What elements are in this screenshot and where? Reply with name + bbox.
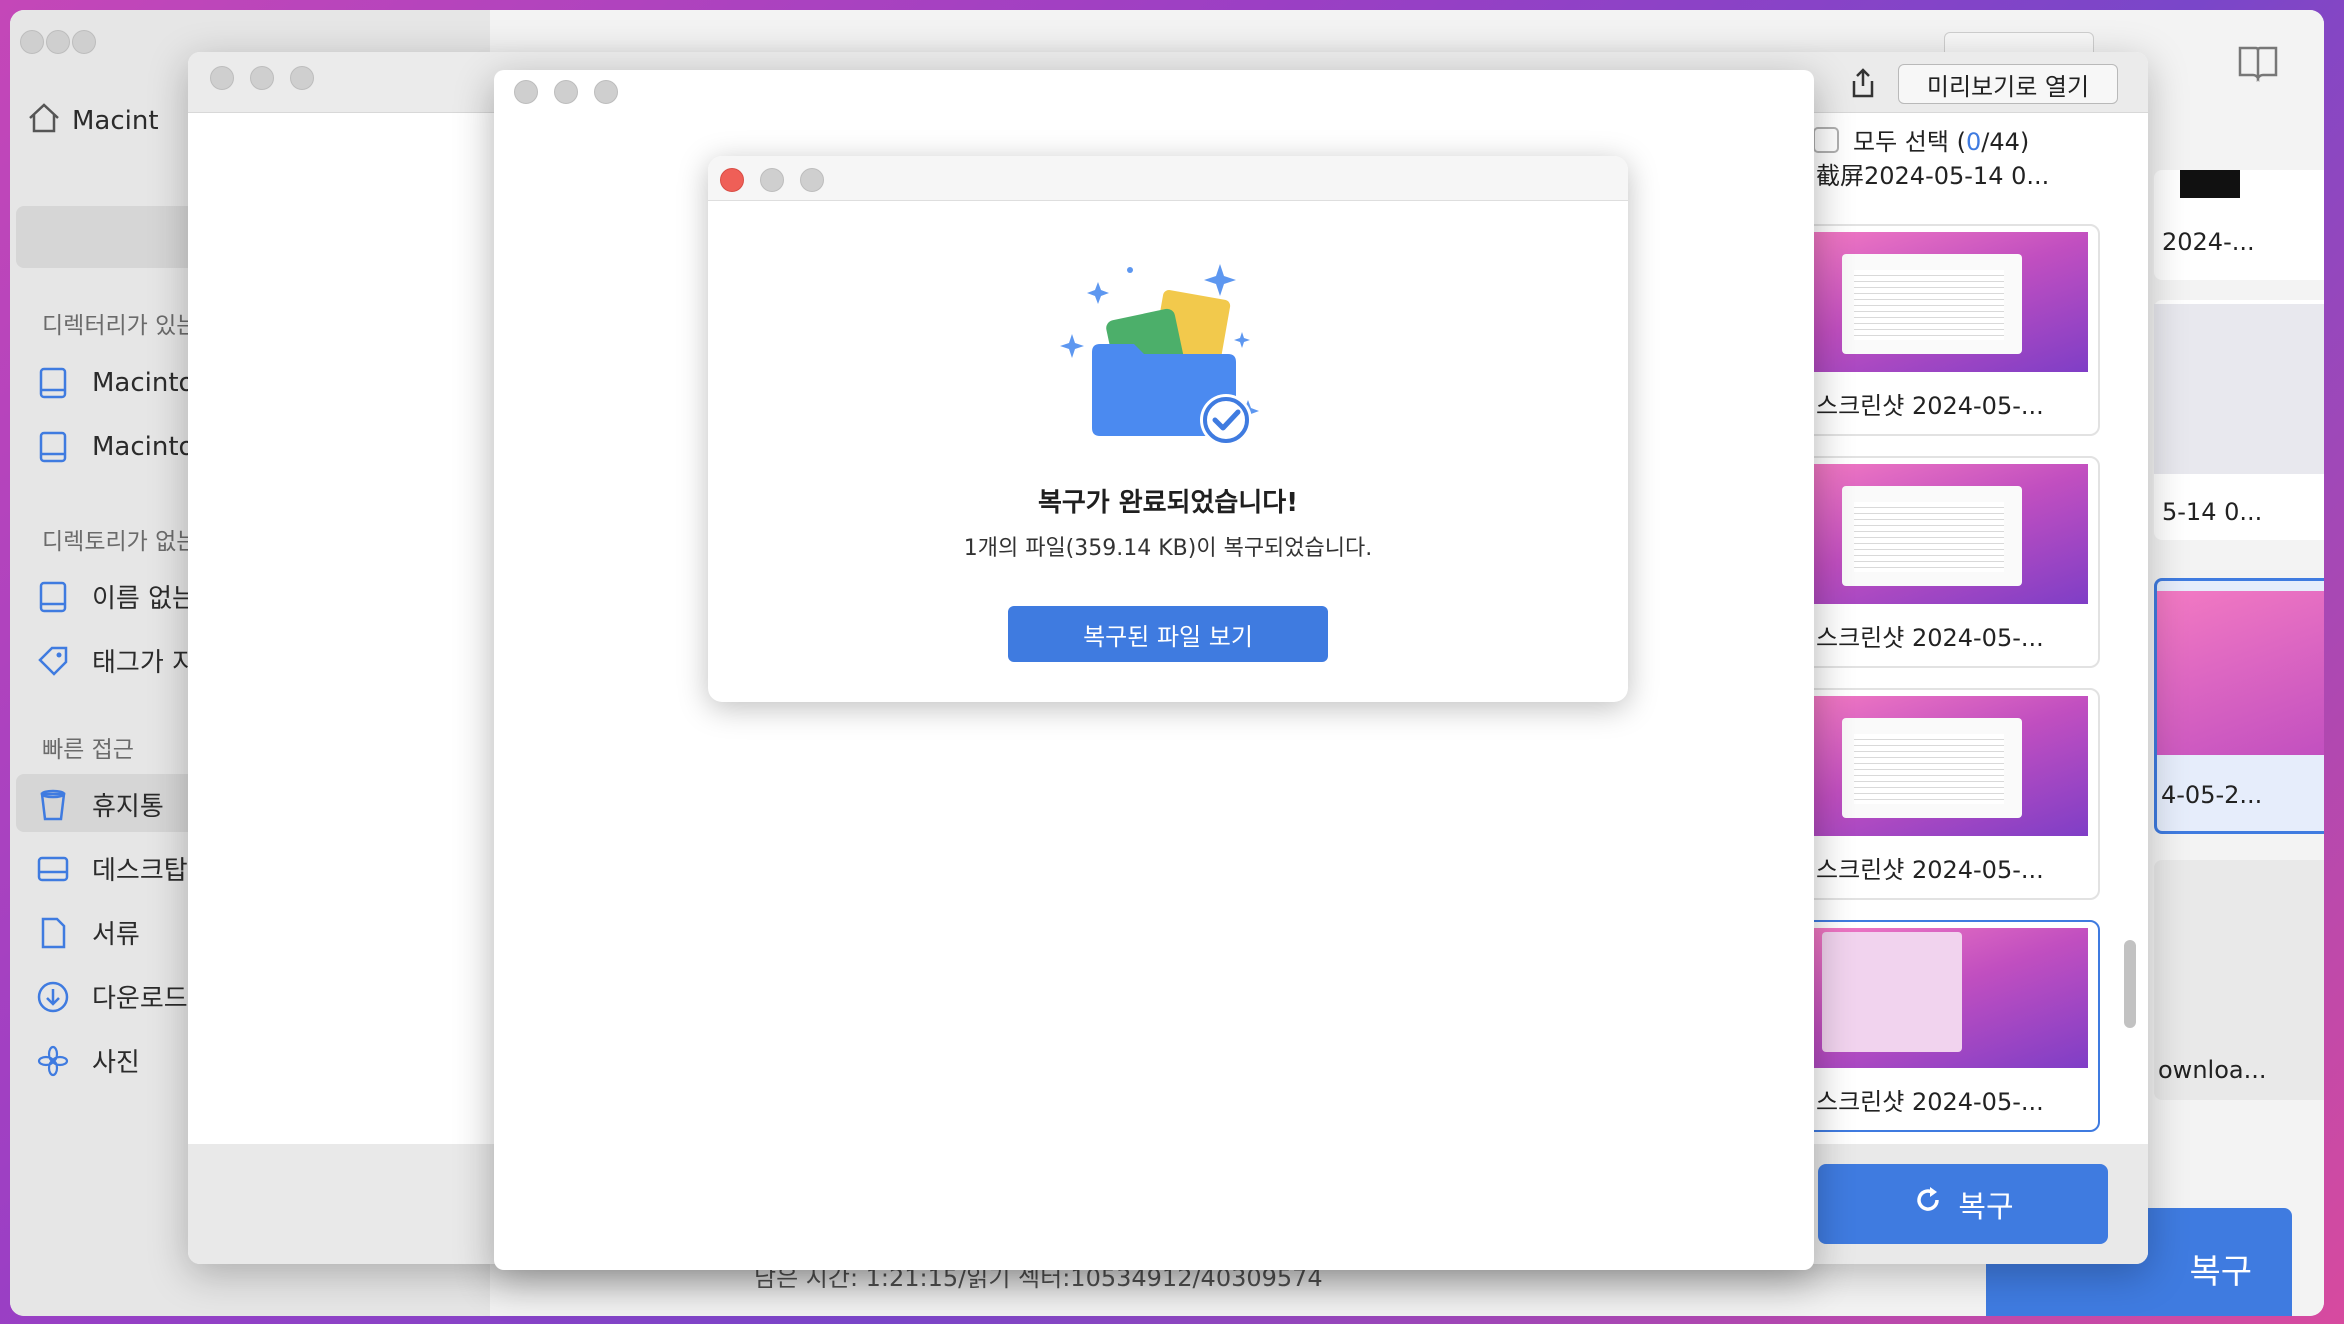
window-zoom-button[interactable] <box>594 80 618 104</box>
drive-icon <box>36 366 70 400</box>
dialog-titlebar <box>708 156 1628 201</box>
file-card-selected[interactable]: 스크린샷 2024-05-... <box>1800 920 2100 1132</box>
sidebar-item-macintosh-1[interactable]: Macinto <box>36 366 194 400</box>
window-minimize-button[interactable] <box>250 66 274 90</box>
sidebar-item-desktop[interactable]: 데스크탑 <box>36 850 188 887</box>
recovered-folder-icon <box>1058 252 1278 452</box>
recover-button[interactable]: 복구 <box>1818 1164 2108 1244</box>
window-minimize-button[interactable] <box>46 30 70 54</box>
file-name: 5-14 0... <box>2162 498 2263 526</box>
photos-icon <box>36 1044 70 1078</box>
dialog-zoom-button[interactable] <box>800 168 824 192</box>
file-name: 2024-... <box>2162 228 2255 256</box>
file-thumbnail <box>1802 928 2088 1068</box>
scrollbar-thumb[interactable] <box>2124 940 2136 1028</box>
window-close-button[interactable] <box>514 80 538 104</box>
file-name: ownloa... <box>2158 1056 2267 1084</box>
file-name-partial: 截屏2024-05-14 0... <box>1816 162 2050 190</box>
file-name: 스크린샷 2024-05-... <box>1816 1088 2044 1116</box>
dialog-title: 복구가 완료되었습니다! <box>1037 488 1299 518</box>
breadcrumb: Macint <box>72 106 159 136</box>
file-thumbnail <box>1802 464 2088 604</box>
window-zoom-button[interactable] <box>72 30 96 54</box>
sidebar-item-label: 데스크탑 <box>92 856 188 886</box>
refresh-icon <box>1912 1184 1944 1224</box>
drive-icon <box>36 430 70 464</box>
open-in-preview-button[interactable]: 미리보기로 열기 <box>1898 64 2118 104</box>
select-all-label: 모두 선택 (0/44) <box>1853 128 2030 156</box>
recover-button-label: 복구 <box>1958 1190 2014 1225</box>
dialog-close-button[interactable] <box>720 168 744 192</box>
sidebar-item-downloads[interactable]: 다운로드 <box>36 978 188 1015</box>
download-icon <box>36 980 70 1014</box>
file-card[interactable]: 스크린샷 2024-05-... <box>1800 456 2100 668</box>
section-heading-with-directory: 디렉터리가 있는 <box>42 313 198 339</box>
sidebar-item-tagged[interactable]: 태그가 지 <box>36 642 196 679</box>
trash-icon <box>36 788 70 822</box>
sidebar-item-label: Macinto <box>92 368 195 398</box>
help-book-icon[interactable] <box>2236 40 2280 84</box>
grid-card[interactable]: 2024-... <box>2154 170 2324 280</box>
sidebar-item-trash[interactable]: 휴지통 <box>36 786 164 823</box>
file-name: 4-05-2... <box>2161 781 2263 809</box>
file-card[interactable]: 스크린샷 2024-05-... <box>1800 224 2100 436</box>
file-name: 스크린샷 2024-05-... <box>1816 624 2044 652</box>
sidebar-item-label: 사진 <box>92 1048 140 1078</box>
home-icon[interactable] <box>26 100 62 136</box>
share-icon[interactable] <box>1846 66 1880 100</box>
document-icon <box>36 916 70 950</box>
window-close-button[interactable] <box>20 30 44 54</box>
sidebar-item-label: 서류 <box>92 920 140 950</box>
sidebar-item-label: 이름 없는 <box>92 584 196 614</box>
view-recovered-files-button[interactable]: 복구된 파일 보기 <box>1008 606 1328 662</box>
sidebar-item-label: 다운로드 <box>92 984 188 1014</box>
sidebar-item-label: 휴지통 <box>92 792 164 822</box>
file-thumbnail <box>1802 232 2088 372</box>
sidebar-item-photos[interactable]: 사진 <box>36 1042 140 1079</box>
grid-card[interactable]: 5-14 0... <box>2154 300 2324 540</box>
grid-card-selected[interactable]: 4-05-2... <box>2154 578 2324 834</box>
dialog-minimize-button[interactable] <box>760 168 784 192</box>
window-minimize-button[interactable] <box>554 80 578 104</box>
grid-card[interactable]: ownloa... <box>2154 860 2324 1100</box>
section-heading-without-directory: 디렉토리가 없는 <box>42 529 198 555</box>
section-heading-quick-access: 빠른 접근 <box>42 737 134 763</box>
desktop-icon <box>36 852 70 886</box>
dialog-subtitle: 1개의 파일(359.14 KB)이 복구되었습니다. <box>963 536 1373 561</box>
checkbox[interactable] <box>1813 126 1839 153</box>
sidebar-item-documents[interactable]: 서류 <box>36 914 140 951</box>
tag-icon <box>36 644 70 678</box>
file-card[interactable]: 스크린샷 2024-05-... <box>1800 688 2100 900</box>
file-name: 스크린샷 2024-05-... <box>1816 392 2044 420</box>
sidebar-item-label: 태그가 지 <box>92 648 196 678</box>
window-close-button[interactable] <box>210 66 234 90</box>
sidebar-item-label: Macinto <box>92 432 195 462</box>
file-name: 스크린샷 2024-05-... <box>1816 856 2044 884</box>
recovery-complete-dialog: 복구가 완료되었습니다! 1개의 파일(359.14 KB)이 복구되었습니다.… <box>708 156 1628 702</box>
select-all-checkbox[interactable]: 모두 선택 (0/44) <box>1813 122 2029 157</box>
sidebar-item-unnamed[interactable]: 이름 없는 <box>36 578 196 615</box>
sidebar-item-macintosh-2[interactable]: Macinto <box>36 430 194 464</box>
window-zoom-button[interactable] <box>290 66 314 90</box>
file-thumbnail <box>1802 696 2088 836</box>
drive-icon <box>36 580 70 614</box>
